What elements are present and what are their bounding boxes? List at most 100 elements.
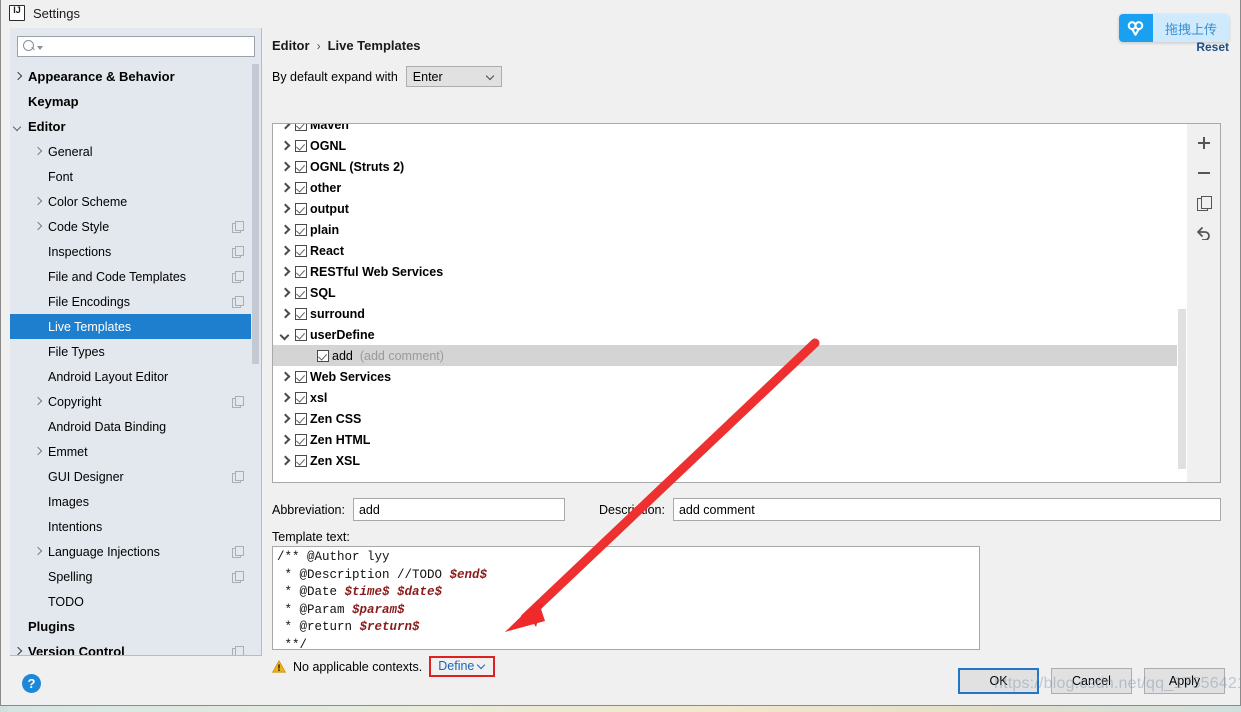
chevron-right-icon[interactable] [279,160,292,173]
chevron-right-icon[interactable] [32,221,44,233]
define-contexts-button[interactable]: Define [429,656,496,677]
chevron-right-icon[interactable] [32,196,44,208]
template-group-row[interactable]: React [273,240,1185,261]
restore-defaults-button[interactable] [1194,223,1214,243]
copy-settings-icon[interactable] [232,221,244,233]
chevron-right-icon[interactable] [32,146,44,158]
template-group-row[interactable]: Maven [273,124,1185,135]
chevron-right-icon[interactable] [279,454,292,467]
add-template-button[interactable] [1194,133,1214,153]
chevron-right-icon[interactable] [279,265,292,278]
template-enabled-checkbox[interactable] [295,181,307,194]
chevron-right-icon[interactable] [279,286,292,299]
sidebar-item-code-style[interactable]: Code Style [10,214,251,239]
template-group-row[interactable]: surround [273,303,1185,324]
template-enabled-checkbox[interactable] [295,391,307,404]
sidebar-tree[interactable]: Appearance & Behavior Keymap Editor General… [10,64,251,655]
chevron-right-icon[interactable] [12,71,24,83]
template-group-row[interactable]: output [273,198,1185,219]
sidebar-item-general[interactable]: General [10,139,251,164]
sidebar-search[interactable] [17,36,255,57]
template-enabled-checkbox[interactable] [295,202,307,215]
sidebar-item-color-scheme[interactable]: Color Scheme [10,189,251,214]
chevron-right-icon[interactable] [32,396,44,408]
description-input[interactable] [672,498,1221,521]
template-row[interactable]: add (add comment) [273,345,1185,366]
template-group-row[interactable]: SQL [273,282,1185,303]
template-enabled-checkbox[interactable] [295,160,307,173]
copy-settings-icon[interactable] [232,646,244,655]
baidu-netdisk-upload-widget[interactable]: 拖拽上传 [1118,14,1229,42]
template-group-row[interactable]: Zen HTML [273,429,1185,450]
chevron-right-icon[interactable] [279,124,292,131]
copy-settings-icon[interactable] [232,396,244,408]
copy-settings-icon[interactable] [232,471,244,483]
template-group-row[interactable]: Zen CSS [273,408,1185,429]
chevron-right-icon[interactable] [279,412,292,425]
sidebar-item-language-injections[interactable]: Language Injections [10,539,251,564]
sidebar-item-gui-designer[interactable]: GUI Designer [10,464,251,489]
template-enabled-checkbox[interactable] [295,433,307,446]
sidebar-item-plugins[interactable]: Plugins [10,614,251,639]
sidebar-item-live-templates[interactable]: Live Templates [10,314,251,339]
sidebar-item-copyright[interactable]: Copyright [10,389,251,414]
template-enabled-checkbox[interactable] [295,124,307,131]
sidebar-item-spelling[interactable]: Spelling [10,564,251,589]
template-enabled-checkbox[interactable] [295,286,307,299]
sidebar-item-android-data-binding[interactable]: Android Data Binding [10,414,251,439]
sidebar-item-android-layout-editor[interactable]: Android Layout Editor [10,364,251,389]
template-group-row[interactable]: plain [273,219,1185,240]
sidebar-item-images[interactable]: Images [10,489,251,514]
template-enabled-checkbox[interactable] [295,244,307,257]
remove-template-button[interactable] [1194,163,1214,183]
template-enabled-checkbox[interactable] [295,307,307,320]
chevron-right-icon[interactable] [279,223,292,236]
template-tree-scrollbar-thumb[interactable] [1178,309,1186,469]
template-enabled-checkbox[interactable] [295,412,307,425]
template-enabled-checkbox[interactable] [295,223,307,236]
chevron-down-icon[interactable] [12,121,24,133]
chevron-right-icon[interactable] [279,202,292,215]
template-text-editor[interactable]: /** @Author lyy * @Description //TODO $e… [272,546,980,650]
chevron-right-icon[interactable] [279,139,292,152]
template-group-row[interactable]: RESTful Web Services [273,261,1185,282]
template-enabled-checkbox[interactable] [317,349,329,362]
sidebar-item-intentions[interactable]: Intentions [10,514,251,539]
chevron-right-icon[interactable] [279,370,292,383]
sidebar-item-appearance-behavior[interactable]: Appearance & Behavior [10,64,251,89]
duplicate-template-button[interactable] [1194,193,1214,213]
sidebar-item-file-encodings[interactable]: File Encodings [10,289,251,314]
chevron-right-icon[interactable] [32,546,44,558]
template-enabled-checkbox[interactable] [295,370,307,383]
template-tree-scrollbar[interactable] [1177,124,1186,482]
template-enabled-checkbox[interactable] [295,265,307,278]
live-templates-tree[interactable]: Maven OGNL OGNL (Struts 2) other output plain… [273,124,1186,482]
copy-settings-icon[interactable] [232,246,244,258]
sidebar-item-version-control[interactable]: Version Control [10,639,251,655]
sidebar-item-editor[interactable]: Editor [10,114,251,139]
chevron-right-icon[interactable] [279,433,292,446]
copy-settings-icon[interactable] [232,271,244,283]
breadcrumb-root[interactable]: Editor [272,38,310,53]
sidebar-scrollbar-thumb[interactable] [252,64,259,364]
template-enabled-checkbox[interactable] [295,454,307,467]
chevron-right-icon[interactable] [12,646,24,656]
sidebar-item-emmet[interactable]: Emmet [10,439,251,464]
template-enabled-checkbox[interactable] [295,328,307,341]
copy-settings-icon[interactable] [232,296,244,308]
help-button[interactable]: ? [22,674,41,693]
sidebar-item-keymap[interactable]: Keymap [10,89,251,114]
cancel-button[interactable]: Cancel [1051,668,1132,694]
chevron-right-icon[interactable] [32,446,44,458]
default-expand-with-select[interactable]: Enter [405,66,502,87]
sidebar-item-file-types[interactable]: File Types [10,339,251,364]
chevron-down-icon[interactable] [279,328,292,341]
template-group-row[interactable]: OGNL [273,135,1185,156]
copy-settings-icon[interactable] [232,571,244,583]
template-group-row[interactable]: OGNL (Struts 2) [273,156,1185,177]
sidebar-item-font[interactable]: Font [10,164,251,189]
sidebar-scrollbar[interactable] [252,64,259,653]
ok-button[interactable]: OK [958,668,1039,694]
chevron-right-icon[interactable] [279,244,292,257]
apply-button[interactable]: Apply [1144,668,1225,694]
